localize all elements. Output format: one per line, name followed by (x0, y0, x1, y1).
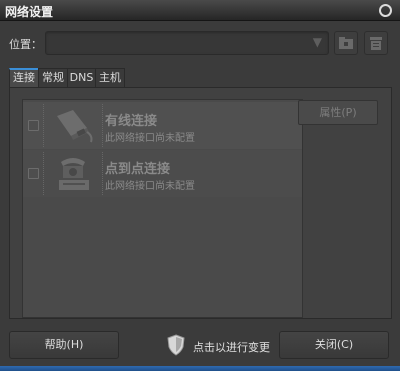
close-button[interactable]: 关闭(C) (279, 331, 389, 359)
location-label: 位置： (9, 38, 42, 51)
folder-icon (339, 37, 353, 49)
column-divider (102, 152, 103, 195)
trash-icon (370, 37, 382, 50)
taskbar-edge (0, 366, 400, 371)
close-window-icon[interactable] (379, 4, 392, 17)
tab-hosts[interactable]: 主机 (95, 68, 125, 87)
connection-status: 此网络接口尚未配置 (105, 133, 195, 144)
unlock-label[interactable]: 点击以进行变更 (193, 339, 270, 355)
tab-connections[interactable]: 连接 (9, 68, 39, 87)
enable-checkbox[interactable] (28, 168, 39, 179)
list-item[interactable]: 有线连接 此网络接口尚未配置 (23, 102, 302, 149)
connection-status: 此网络接口尚未配置 (105, 181, 195, 192)
shield-icon[interactable] (166, 334, 186, 356)
phone-modem-icon (59, 158, 89, 190)
add-location-button[interactable] (334, 31, 358, 55)
title-bar: 网络设置 (0, 0, 400, 21)
list-item[interactable]: 点到点连接 此网络接口尚未配置 (23, 150, 302, 197)
location-combobox[interactable]: ▼ (45, 31, 329, 55)
tab-dns[interactable]: DNS (67, 68, 96, 87)
help-button[interactable]: 帮助(H) (9, 331, 119, 359)
connection-title: 点到点连接 (105, 162, 171, 177)
ethernet-icon (57, 110, 93, 143)
column-divider (102, 104, 103, 147)
delete-location-button[interactable] (364, 31, 388, 55)
enable-checkbox[interactable] (28, 120, 39, 131)
connection-title: 有线连接 (105, 114, 158, 129)
window-title: 网络设置 (5, 5, 54, 19)
column-divider (43, 104, 44, 147)
chevron-down-icon[interactable]: ▼ (313, 35, 322, 49)
column-divider (43, 152, 44, 195)
properties-button[interactable]: 属性(P) (298, 100, 378, 125)
connection-list: 有线连接 此网络接口尚未配置 点到点连接 此网络接口尚未配置 (22, 99, 303, 318)
tab-general[interactable]: 常规 (38, 68, 68, 87)
